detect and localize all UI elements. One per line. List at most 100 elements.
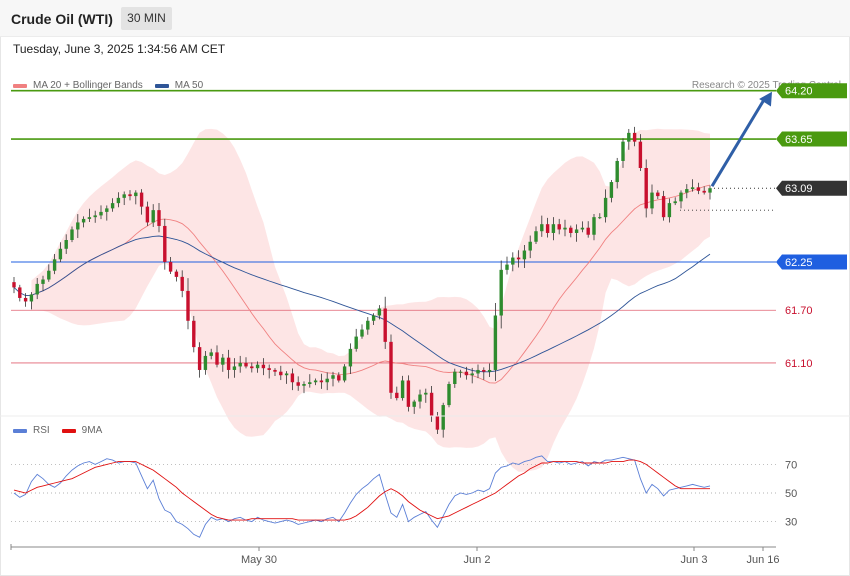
- candle-body: [650, 192, 654, 209]
- candle-body: [615, 160, 619, 183]
- candle-body: [313, 380, 318, 383]
- candle-body: [389, 341, 393, 393]
- candle-body: [192, 320, 196, 348]
- projection-arrow-shaft: [710, 98, 766, 187]
- candle-body: [52, 259, 57, 271]
- candle-body: [598, 217, 602, 219]
- rsi-panel: 70 50 30: [0, 415, 850, 538]
- candle-body: [12, 282, 16, 288]
- candle-body: [273, 369, 277, 372]
- candle-body: [197, 347, 202, 370]
- candle-body: [342, 366, 347, 381]
- candle-body: [690, 187, 695, 190]
- candle-body: [470, 373, 474, 376]
- pivot-label: 62.25: [785, 257, 813, 269]
- candle: [18, 284, 22, 302]
- resistance-2-label: 64.20: [785, 86, 813, 98]
- candle-body: [522, 250, 527, 260]
- candle: [505, 256, 509, 275]
- candle-body: [638, 141, 643, 168]
- bollinger-bands: [31, 128, 710, 472]
- chart-canvas: 64.20 63.65 63.09 62.25 61.70 61.10 70 50 30 Ma…: [0, 83, 850, 566]
- candle-body: [424, 392, 428, 395]
- candle-body: [232, 366, 237, 370]
- candle-body: [244, 362, 248, 367]
- candle-body: [453, 371, 457, 384]
- candle-body: [528, 241, 532, 251]
- candle: [197, 342, 202, 378]
- candle-body: [215, 352, 219, 365]
- x-tick-label: Jun 3: [681, 554, 708, 566]
- candle-body: [621, 141, 625, 161]
- candle-body: [592, 217, 596, 235]
- candle-body: [186, 290, 190, 321]
- candle-body: [87, 217, 92, 219]
- candle-body: [464, 371, 469, 376]
- rsi-tick-50: 50: [785, 488, 797, 500]
- candle-body: [331, 375, 335, 379]
- candle-body: [429, 392, 434, 416]
- candle-body: [116, 197, 121, 204]
- candle-body: [174, 271, 179, 277]
- candle-body: [35, 283, 39, 295]
- candle-body: [580, 227, 585, 230]
- candle-body: [93, 215, 97, 218]
- candle-body: [360, 329, 364, 337]
- candle-body: [163, 225, 167, 262]
- candle-body: [255, 364, 260, 369]
- candle-body: [656, 192, 660, 197]
- candle-body: [563, 227, 567, 230]
- candle-body: [545, 224, 550, 233]
- x-tick-label: Jun 16: [746, 554, 779, 566]
- rsi-ma-line: [13, 459, 710, 521]
- candle-body: [679, 192, 683, 202]
- candle-body: [418, 394, 422, 402]
- candle-body: [569, 227, 573, 233]
- candle-body: [180, 276, 184, 291]
- candle-body: [557, 224, 561, 230]
- candle-body: [302, 384, 306, 386]
- candle-body: [696, 187, 701, 191]
- candle-body: [487, 369, 492, 372]
- candle-body: [685, 189, 689, 193]
- candle-body: [64, 240, 68, 249]
- candle: [389, 334, 393, 399]
- candle-body: [226, 357, 231, 370]
- candle-body: [482, 369, 486, 372]
- candle-body: [499, 269, 503, 316]
- candle: [12, 276, 16, 294]
- candle: [447, 381, 451, 408]
- candle-body: [371, 315, 376, 321]
- level-labels: 64.20 63.65 63.09 62.25 61.70 61.10: [776, 83, 847, 370]
- candle-body: [221, 357, 225, 365]
- candle-body: [308, 382, 312, 384]
- candle-body: [708, 188, 712, 193]
- candle-body: [348, 348, 353, 367]
- candle-body: [516, 257, 521, 260]
- candle-body: [447, 384, 451, 406]
- candle-body: [319, 380, 324, 383]
- bollinger-band-area: [31, 128, 710, 472]
- candle-body: [667, 203, 672, 218]
- candle-body: [458, 371, 463, 373]
- candle-body: [134, 192, 138, 197]
- candle-body: [76, 222, 80, 230]
- candle-body: [261, 364, 266, 369]
- candle-body: [493, 315, 498, 370]
- candle-body: [441, 405, 445, 430]
- candle-body: [505, 264, 509, 270]
- candle-body: [673, 201, 677, 204]
- candle-body: [534, 231, 538, 242]
- candle-body: [632, 132, 637, 142]
- candle-body: [284, 373, 289, 376]
- candle-body: [47, 270, 51, 280]
- candle-body: [279, 371, 283, 376]
- candle-body: [203, 355, 208, 370]
- candle-body: [238, 362, 242, 367]
- candle-body: [139, 192, 144, 207]
- candle-body: [99, 211, 103, 216]
- candle-body: [406, 380, 411, 407]
- candle-body: [603, 197, 608, 218]
- candle-body: [250, 366, 254, 369]
- x-tick-label: Jun 2: [464, 554, 491, 566]
